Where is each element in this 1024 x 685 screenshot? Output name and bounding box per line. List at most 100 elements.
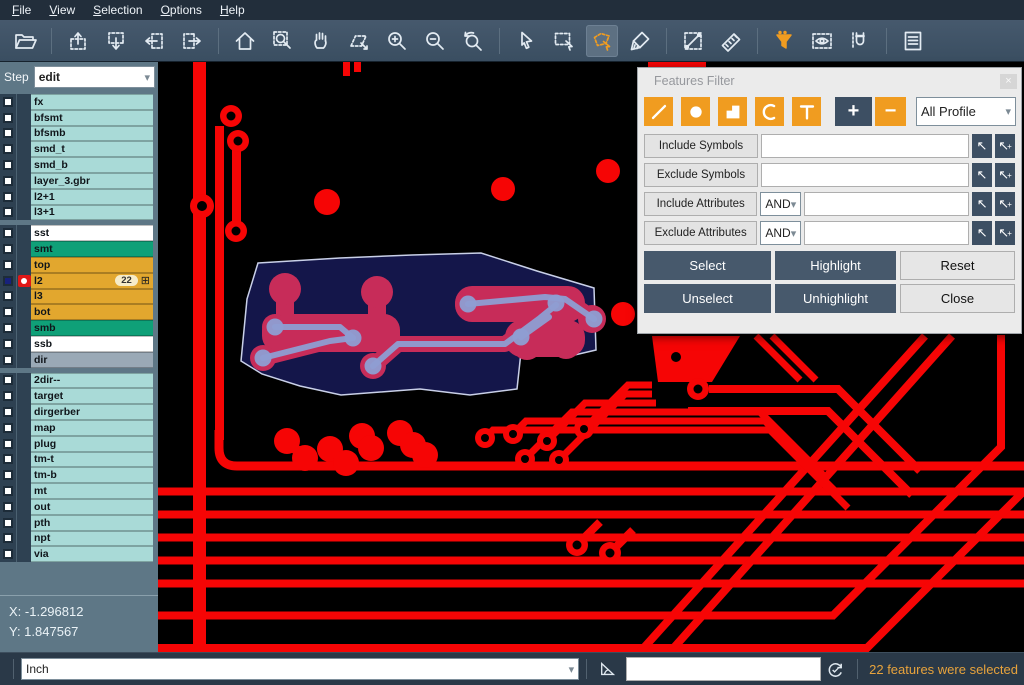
- layer-row-dir[interactable]: dir: [0, 352, 153, 368]
- layer-checkbox[interactable]: [3, 355, 13, 365]
- exclude-symbols-input[interactable]: [761, 163, 969, 187]
- layer-name[interactable]: bfsmt: [31, 110, 153, 126]
- layer-name[interactable]: target: [31, 388, 153, 404]
- layer-checkbox-cell[interactable]: [0, 452, 16, 468]
- layer-checkbox-cell[interactable]: [0, 110, 16, 126]
- layer-row-bot[interactable]: bot: [0, 304, 153, 320]
- layer-checkbox[interactable]: [3, 276, 13, 286]
- layer-checkbox-cell[interactable]: [0, 94, 16, 110]
- layer-checkbox[interactable]: [3, 97, 13, 107]
- layer-checkbox[interactable]: [3, 470, 13, 480]
- layer-name[interactable]: l222⊞: [31, 273, 153, 289]
- reset-button[interactable]: Reset: [900, 251, 1015, 280]
- zoom-out-button[interactable]: [419, 25, 451, 57]
- layer-name[interactable]: bot: [31, 304, 153, 320]
- feature-type-text-button[interactable]: [792, 97, 821, 126]
- profile-select[interactable]: All Profile▾: [916, 97, 1016, 126]
- layer-checkbox-cell[interactable]: [0, 241, 16, 257]
- pan-up-button[interactable]: [62, 25, 94, 57]
- layer-checkbox-cell[interactable]: [0, 320, 16, 336]
- layer-row-pth[interactable]: pth: [0, 515, 153, 531]
- feature-type-pad-button[interactable]: [681, 97, 710, 126]
- layer-name[interactable]: npt: [31, 531, 153, 547]
- layer-checkbox[interactable]: [3, 228, 13, 238]
- menu-selection[interactable]: Selection: [85, 1, 152, 20]
- layer-checkbox-cell[interactable]: [0, 205, 16, 221]
- features-filter-button[interactable]: [768, 25, 800, 57]
- command-input[interactable]: [626, 657, 821, 681]
- layer-checkbox-cell[interactable]: [0, 388, 16, 404]
- layer-checkbox[interactable]: [3, 533, 13, 543]
- layer-checkbox[interactable]: [3, 207, 13, 217]
- layer-row-sst[interactable]: sst: [0, 225, 153, 241]
- layer-checkbox-cell[interactable]: [0, 257, 16, 273]
- menu-file[interactable]: File: [4, 1, 41, 20]
- layer-name[interactable]: top: [31, 257, 153, 273]
- polarity-negative-button[interactable]: −: [875, 97, 906, 126]
- layer-row-plug[interactable]: plug: [0, 436, 153, 452]
- snap-magnet-button[interactable]: [844, 25, 876, 57]
- layer-checkbox-cell[interactable]: [0, 141, 16, 157]
- layer-checkbox-cell[interactable]: [0, 436, 16, 452]
- layer-row-via[interactable]: via: [0, 546, 153, 562]
- layer-checkbox[interactable]: [3, 307, 13, 317]
- layer-checkbox[interactable]: [3, 291, 13, 301]
- layer-checkbox[interactable]: [3, 391, 13, 401]
- menu-view[interactable]: View: [41, 1, 85, 20]
- layer-checkbox-cell[interactable]: [0, 373, 16, 389]
- grid-icon[interactable]: ⊞: [141, 274, 150, 287]
- layer-row-fx[interactable]: fx: [0, 94, 153, 110]
- layer-row-map[interactable]: map: [0, 420, 153, 436]
- zoom-in-button[interactable]: [381, 25, 413, 57]
- layer-name[interactable]: smd_b: [31, 157, 153, 173]
- layer-checkbox[interactable]: [3, 323, 13, 333]
- include-symbols-button[interactable]: Include Symbols: [644, 134, 758, 158]
- layer-row-top[interactable]: top: [0, 257, 153, 273]
- unit-select[interactable]: Inch ▾: [21, 658, 579, 680]
- pick-arrow-button[interactable]: ↖: [972, 163, 992, 187]
- layer-row-l3+1[interactable]: l3+1: [0, 205, 153, 221]
- exclude-attributes-input[interactable]: [804, 221, 969, 245]
- layer-checkbox-cell[interactable]: [0, 273, 16, 289]
- layer-checkbox[interactable]: [3, 549, 13, 559]
- layer-checkbox[interactable]: [3, 244, 13, 254]
- layer-checkbox[interactable]: [3, 454, 13, 464]
- layer-row-ssb[interactable]: ssb: [0, 336, 153, 352]
- layer-name[interactable]: out: [31, 499, 153, 515]
- measure-line-button[interactable]: [677, 25, 709, 57]
- layer-checkbox-cell[interactable]: [0, 173, 16, 189]
- layer-checkbox-cell[interactable]: [0, 546, 16, 562]
- layer-checkbox[interactable]: [3, 260, 13, 270]
- layer-name[interactable]: map: [31, 420, 153, 436]
- exclude-attributes-operator-select[interactable]: AND▾: [760, 221, 801, 245]
- layer-name[interactable]: layer_3.gbr: [31, 173, 153, 189]
- feature-type-arc-button[interactable]: [755, 97, 784, 126]
- layer-row-out[interactable]: out: [0, 499, 153, 515]
- pcb-canvas[interactable]: Features Filter × +−All Profile▾ Include…: [158, 62, 1024, 652]
- layer-name[interactable]: l3+1: [31, 205, 153, 221]
- layer-name[interactable]: bfsmb: [31, 126, 153, 142]
- layer-row-smd_b[interactable]: smd_b: [0, 157, 153, 173]
- layer-checkbox[interactable]: [3, 192, 13, 202]
- menu-help[interactable]: Help: [212, 1, 255, 20]
- open-button[interactable]: [9, 25, 41, 57]
- select-cursor-button[interactable]: [510, 25, 542, 57]
- layer-row-smb[interactable]: smb: [0, 320, 153, 336]
- layer-name[interactable]: via: [31, 546, 153, 562]
- zoom-window-button[interactable]: [267, 25, 299, 57]
- unhighlight-button[interactable]: Unhighlight: [775, 284, 896, 313]
- close-icon[interactable]: ×: [1000, 74, 1017, 89]
- layer-name[interactable]: ssb: [31, 336, 153, 352]
- select-button[interactable]: Select: [644, 251, 771, 280]
- dialog-title-bar[interactable]: Features Filter ×: [638, 68, 1021, 94]
- layer-name[interactable]: dirgerber: [31, 404, 153, 420]
- pan-down-button[interactable]: [100, 25, 132, 57]
- close-button[interactable]: Close: [900, 284, 1015, 313]
- layer-row-bfsmt[interactable]: bfsmt: [0, 110, 153, 126]
- layer-row-2dir--[interactable]: 2dir--: [0, 373, 153, 389]
- include-attributes-input[interactable]: [804, 192, 969, 216]
- pick-arrow-add-button[interactable]: ↖+: [995, 134, 1015, 158]
- layer-row-target[interactable]: target: [0, 388, 153, 404]
- layer-row-l3[interactable]: l3: [0, 289, 153, 305]
- feature-type-surface-button[interactable]: [718, 97, 747, 126]
